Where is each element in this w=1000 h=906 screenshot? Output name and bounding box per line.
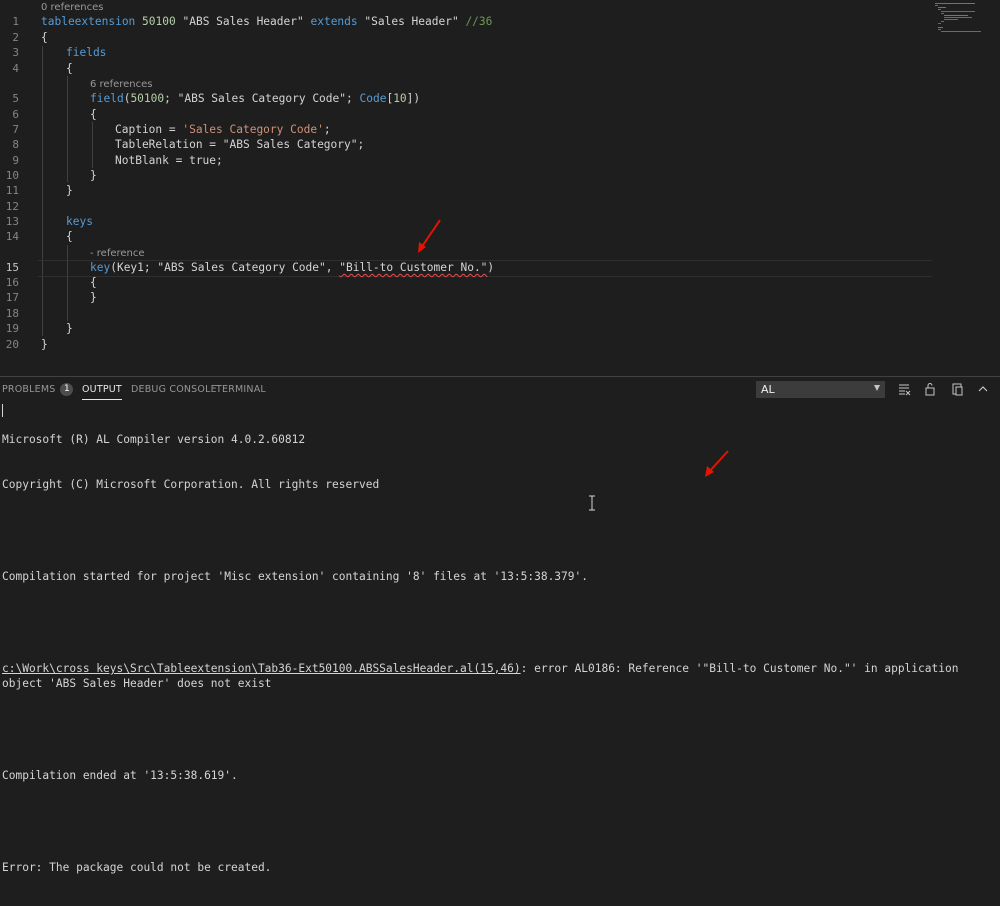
code-text: { (90, 108, 97, 121)
code-text: field(50100; "ABS Sales Category Code"; … (90, 92, 421, 105)
code-text: } (90, 291, 97, 304)
output-line: Microsoft (R) AL Compiler version 4.0.2.… (2, 432, 306, 446)
code-editor[interactable]: 0 references 6 references - reference 1 … (0, 0, 1000, 376)
line-number: 1 (12, 15, 19, 28)
code-text: } (66, 322, 73, 335)
code-line[interactable]: 20 } (0, 337, 1000, 353)
error-squiggle[interactable]: "Bill-to Customer No." (339, 261, 487, 274)
code-line[interactable]: 14 { (0, 229, 1000, 245)
code-text: } (90, 169, 97, 182)
line-number: 7 (12, 123, 19, 136)
line-number: 13 (5, 215, 19, 228)
code-line[interactable]: 9 NotBlank = true; (0, 153, 1000, 169)
code-line[interactable]: 8 TableRelation = "ABS Sales Category"; (0, 137, 1000, 153)
code-line[interactable]: 1 tableextension 50100 "ABS Sales Header… (0, 14, 1000, 30)
line-number: 6 (12, 108, 19, 121)
code-line[interactable]: 17 } (0, 290, 1000, 306)
code-line[interactable]: 7 Caption = 'Sales Category Code'; (0, 122, 1000, 138)
minimap[interactable] (930, 0, 1000, 376)
line-number: 5 (12, 92, 19, 105)
output-log[interactable]: Microsoft (R) AL Compiler version 4.0.2.… (2, 401, 1000, 906)
code-text: keys (66, 215, 93, 228)
codelens-references[interactable]: 6 references (90, 79, 153, 91)
code-text: tableextension 50100 "ABS Sales Header" … (41, 15, 493, 28)
output-line: Compilation ended at '13:5:38.619'. (2, 769, 238, 783)
line-number: 19 (5, 322, 19, 335)
line-number: 10 (5, 169, 19, 182)
line-number: 9 (12, 154, 19, 167)
tab-output[interactable]: OUTPUT (82, 383, 122, 400)
ibeam-cursor-icon (589, 495, 595, 511)
code-line[interactable]: 16 { (0, 275, 1000, 291)
code-line[interactable]: 2 { (0, 30, 1000, 46)
code-text: Caption = 'Sales Category Code'; (115, 123, 331, 136)
panel-tab-bar: PROBLEMS 1 OUTPUT DEBUG CONSOLE TERMINAL (0, 377, 740, 403)
maximize-panel-icon[interactable] (976, 382, 990, 396)
output-line: Error: The package could not be created. (2, 860, 272, 874)
code-line[interactable]: 4 { (0, 61, 1000, 77)
line-number: 17 (5, 291, 19, 304)
code-line[interactable]: 19 } (0, 321, 1000, 337)
annotation-arrow-icon (705, 450, 729, 477)
line-number: 15 (5, 261, 19, 274)
output-channel-select[interactable]: AL (756, 381, 885, 398)
problems-count-badge: 1 (60, 383, 74, 396)
code-line[interactable]: 12 (0, 199, 1000, 215)
code-line[interactable]: 3 fields (0, 45, 1000, 61)
codelens-references[interactable]: 0 references (41, 2, 104, 14)
line-number: 4 (12, 62, 19, 75)
code-line[interactable]: 5 field(50100; "ABS Sales Category Code"… (0, 91, 1000, 107)
code-text: key(Key1; "ABS Sales Category Code", "Bi… (90, 261, 495, 274)
line-number: 16 (5, 276, 19, 289)
code-text: NotBlank = true; (115, 154, 223, 167)
code-text: { (66, 62, 73, 75)
open-log-icon[interactable] (950, 382, 964, 396)
line-number: 3 (12, 46, 19, 59)
code-text: } (41, 338, 48, 351)
code-text: { (90, 276, 97, 289)
error-file-link[interactable]: c:\Work\cross keys\Src\Tableextension\Ta… (2, 662, 521, 675)
lock-scroll-icon[interactable] (923, 382, 937, 396)
code-text: { (41, 31, 48, 44)
tab-terminal[interactable]: TERMINAL (216, 383, 266, 397)
code-line[interactable]: 18 (0, 306, 1000, 322)
code-line[interactable]: 10 } (0, 168, 1000, 184)
annotation-arrow-icon (418, 219, 441, 253)
code-line[interactable]: 13 keys (0, 214, 1000, 230)
output-line: Copyright (C) Microsoft Corporation. All… (2, 478, 380, 492)
line-number: 14 (5, 230, 19, 243)
clear-output-icon[interactable] (897, 382, 911, 396)
code-text: TableRelation = "ABS Sales Category"; (115, 138, 365, 151)
line-number: 20 (5, 338, 19, 351)
line-number: 12 (5, 200, 19, 213)
tab-problems[interactable]: PROBLEMS 1 (2, 383, 74, 397)
code-text: { (66, 230, 73, 243)
output-line: Compilation started for project 'Misc ex… (2, 570, 588, 584)
line-number: 18 (5, 307, 19, 320)
output-channel-value: AL (761, 383, 775, 396)
chevron-down-icon (874, 385, 880, 391)
codelens-references[interactable]: - reference (90, 248, 145, 260)
code-line[interactable]: 15 key(Key1; "ABS Sales Category Code", … (0, 260, 1000, 276)
tab-debug-console[interactable]: DEBUG CONSOLE (131, 383, 217, 397)
line-number: 2 (12, 31, 19, 44)
bottom-panel: PROBLEMS 1 OUTPUT DEBUG CONSOLE TERMINAL … (0, 376, 1000, 874)
code-line[interactable]: 6 { (0, 107, 1000, 123)
code-line[interactable]: 11 } (0, 183, 1000, 199)
line-number: 8 (12, 138, 19, 151)
line-number: 11 (5, 184, 19, 197)
output-error-line: c:\Work\cross keys\Src\Tableextension\Ta… (2, 661, 1000, 692)
code-text: fields (66, 46, 107, 59)
code-text: } (66, 184, 73, 197)
